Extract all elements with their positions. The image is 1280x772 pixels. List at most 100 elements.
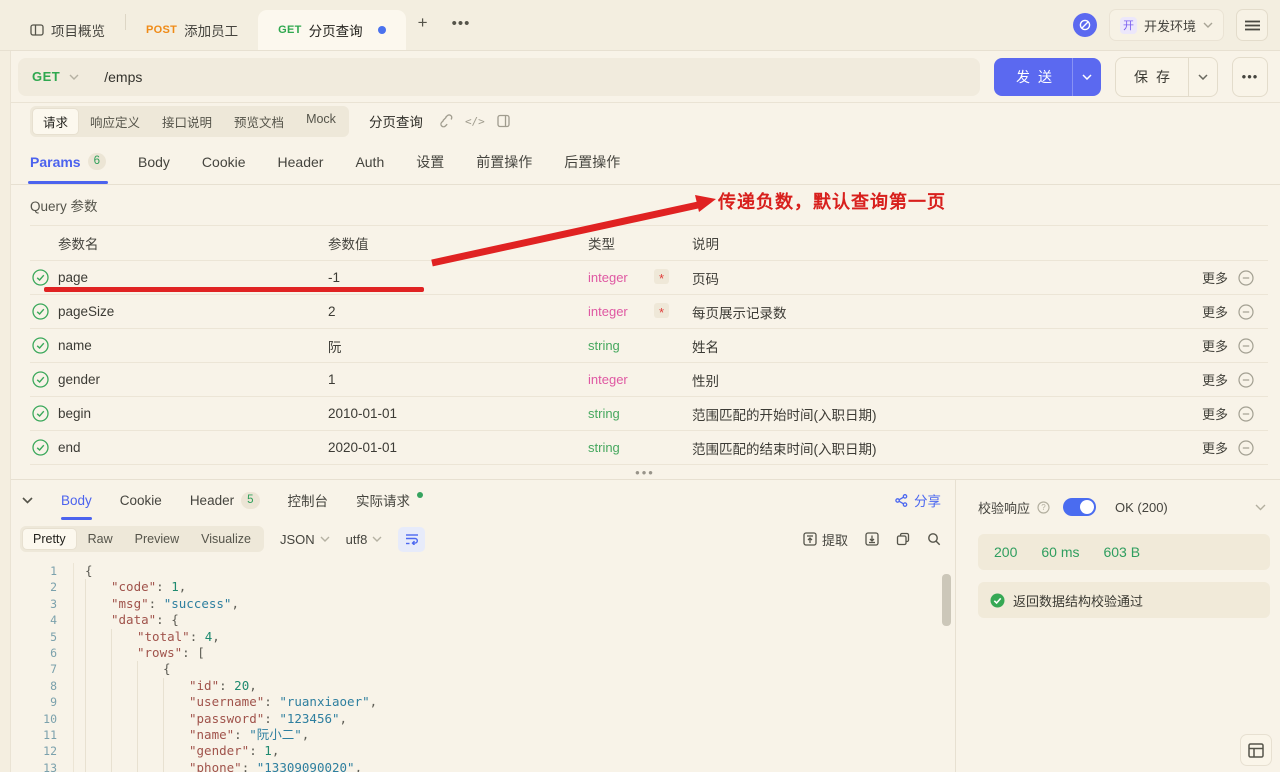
param-value[interactable]: -1 [328,270,588,285]
mode-tab[interactable]: 请求 [33,109,78,134]
encoding-selector[interactable]: utf8 [346,532,383,547]
param-tab[interactable]: 前置操作 [476,139,532,184]
response-tab[interactable]: Cookie [120,480,162,520]
format-selector[interactable]: JSON [280,532,330,547]
word-wrap-button[interactable] [398,527,425,552]
code-icon[interactable]: </> [465,115,485,128]
editor-scrollbar[interactable] [942,574,951,626]
help-icon[interactable]: ? [1037,501,1050,514]
save-button[interactable]: 保存 [1115,57,1218,97]
response-tab[interactable]: 实际请求 [356,480,423,520]
request-more-button[interactable]: ••• [1232,57,1268,97]
param-more-link[interactable]: 更多 [1202,268,1228,287]
response-tab[interactable]: Header 5 [190,480,260,520]
param-enabled-checkbox[interactable] [30,303,58,320]
param-description[interactable]: 范围匹配的结束时间(入职日期) [692,438,1190,458]
line-number: 10 [10,711,74,727]
response-body-editor[interactable]: 1 { 2 "code": 1, 3 "msg": "success", 4 "… [10,558,955,772]
network-check-button[interactable] [1073,13,1097,37]
param-name[interactable]: begin [58,406,328,421]
extract-button[interactable]: 提取 [803,530,848,549]
mode-tab[interactable]: 接口说明 [152,109,222,134]
endpoint-name: 分页查询 [369,111,423,131]
param-more-link[interactable]: 更多 [1202,370,1228,389]
method-selector[interactable]: GET [32,69,60,84]
remove-param-icon[interactable] [1238,372,1254,388]
param-tab[interactable]: Header [278,139,324,184]
validation-toggle[interactable] [1063,498,1096,516]
param-value[interactable]: 1 [328,372,588,387]
param-name[interactable]: end [58,440,328,455]
param-name[interactable]: pageSize [58,304,328,319]
view-mode-tab[interactable]: Visualize [191,529,261,549]
param-tab[interactable]: Body [138,139,170,184]
menu-button[interactable] [1236,9,1268,41]
link-icon[interactable] [439,114,453,128]
param-more-link[interactable]: 更多 [1202,302,1228,321]
param-more-link[interactable]: 更多 [1202,336,1228,355]
mode-tab[interactable]: 预览文档 [224,109,294,134]
param-description[interactable]: 姓名 [692,336,1190,356]
response-tab[interactable]: 控制台 [288,480,329,520]
response-tab[interactable]: Body [61,480,92,520]
view-mode-tab[interactable]: Raw [78,529,123,549]
param-tab[interactable]: 后置操作 [564,139,620,184]
url-input[interactable]: /emps [104,69,142,85]
param-enabled-checkbox[interactable] [30,269,58,286]
tab-add-employee[interactable]: POST 添加员工 [126,10,258,50]
line-content: "total": 4, [74,629,220,645]
param-name[interactable]: name [58,338,328,353]
mode-tab[interactable]: Mock [296,109,346,134]
param-value[interactable]: 2020-01-01 [328,440,588,455]
save-options-arrow[interactable] [1188,58,1217,96]
param-description[interactable]: 范围匹配的开始时间(入职日期) [692,404,1190,424]
param-description[interactable]: 性别 [692,370,1190,390]
remove-param-icon[interactable] [1238,406,1254,422]
param-name[interactable]: page [58,270,328,285]
param-tab[interactable]: Auth [355,139,384,184]
tab-overflow-button[interactable]: ••• [440,15,483,32]
side-panel-icon[interactable] [497,114,510,128]
share-button[interactable]: 分享 [895,490,941,510]
param-tab-label: Params [30,154,81,170]
remove-param-icon[interactable] [1238,304,1254,320]
param-name[interactable]: gender [58,372,328,387]
collapse-response-icon[interactable] [22,497,33,504]
send-button[interactable]: 发送 [994,58,1101,96]
tab-project-overview[interactable]: 项目概览 [10,10,125,50]
mode-tab[interactable]: 响应定义 [80,109,150,134]
wrap-icon [405,533,419,545]
remove-param-icon[interactable] [1238,270,1254,286]
param-tab[interactable]: 设置 [416,139,444,184]
new-tab-button[interactable]: + [406,13,440,33]
param-more-link[interactable]: 更多 [1202,438,1228,457]
panel-splitter[interactable]: ••• [10,465,1280,479]
chevron-down-icon[interactable] [1255,504,1266,511]
environment-selector[interactable]: 开 开发环境 [1109,9,1224,41]
tab-page-query-active[interactable]: GET 分页查询 [258,10,406,50]
layout-toggle-button[interactable] [1240,734,1272,766]
view-mode-tab[interactable]: Pretty [23,529,76,549]
param-enabled-checkbox[interactable] [30,405,58,422]
remove-param-icon[interactable] [1238,338,1254,354]
view-mode-tab[interactable]: Preview [125,529,189,549]
param-description[interactable]: 每页展示记录数 [692,302,1190,322]
send-options-arrow[interactable] [1072,58,1101,96]
download-button[interactable] [865,532,879,546]
param-tab[interactable]: Cookie [202,139,246,184]
copy-button[interactable] [896,532,910,546]
drag-handle-icon[interactable]: ••• [635,465,655,480]
param-enabled-checkbox[interactable] [30,371,58,388]
param-enabled-checkbox[interactable] [30,337,58,354]
param-description[interactable]: 页码 [692,268,1190,288]
param-more-link[interactable]: 更多 [1202,404,1228,423]
url-input-box[interactable]: GET /emps [18,58,980,96]
param-enabled-checkbox[interactable] [30,439,58,456]
param-value[interactable]: 2 [328,304,588,319]
param-tab[interactable]: Params 6 [30,139,106,184]
collapsed-sidebar-strip[interactable] [0,50,11,772]
param-value[interactable]: 阮 [328,336,588,356]
search-button[interactable] [927,532,941,546]
param-value[interactable]: 2010-01-01 [328,406,588,421]
remove-param-icon[interactable] [1238,440,1254,456]
